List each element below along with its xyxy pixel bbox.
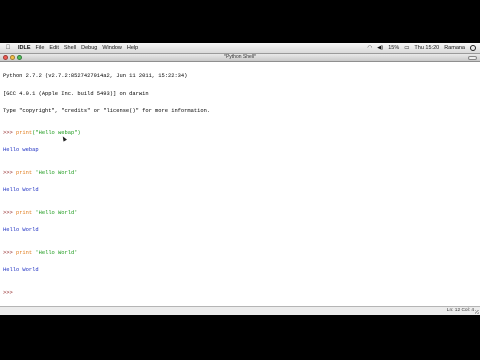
prompt: >>> <box>3 170 16 177</box>
status-bar: Ln: 12 Col: 4 <box>0 306 480 315</box>
string-literal: ("Hello webap") <box>32 130 81 137</box>
shell-text-area[interactable]: Python 2.7.2 (v2.7.2:8527427914a2, Jun 1… <box>3 63 473 305</box>
keyword: print <box>15 170 33 177</box>
keyword: print <box>15 250 33 257</box>
spotlight-search-icon[interactable] <box>470 45 476 51</box>
keyword: print <box>15 210 33 217</box>
current-prompt[interactable]: >>> <box>3 290 473 297</box>
user-name[interactable]: Ramana <box>444 43 465 53</box>
window-titlebar[interactable]: *Python Shell* <box>0 54 480 62</box>
wifi-icon[interactable]: ◠ <box>367 43 372 53</box>
resize-grip-icon[interactable] <box>475 310 479 314</box>
python-shell-window: *Python Shell* Python 2.7.2 (v2.7.2:8527… <box>0 54 480 315</box>
output-line: Hello World <box>3 227 39 234</box>
prompt: >>> <box>3 210 16 217</box>
prompt: >>> <box>3 130 16 137</box>
status-tray: ◠ ◀) 15% ▭ Thu 15:20 Ramana <box>367 43 476 53</box>
menu-idle[interactable]: IDLE <box>18 45 31 51</box>
menu-window[interactable]: Window <box>102 45 122 51</box>
volume-icon[interactable]: ◀) <box>377 43 383 53</box>
output-line: Hello webap <box>3 147 39 154</box>
line-column-indicator: Ln: 12 Col: 4 <box>446 308 474 313</box>
string-literal: 'Hello World' <box>32 210 78 217</box>
window-title: *Python Shell* <box>224 54 256 60</box>
battery-percent[interactable]: 15% <box>388 43 399 53</box>
apple-icon[interactable]:  <box>3 45 13 51</box>
menu-edit[interactable]: Edit <box>49 45 58 51</box>
input-line: >>> print 'Hello World' <box>3 170 473 177</box>
banner-line: Python 2.7.2 (v2.7.2:8527427914a2, Jun 1… <box>3 73 188 80</box>
prompt: >>> <box>3 250 16 257</box>
string-literal: 'Hello World' <box>32 250 78 257</box>
input-line: >>> print("Hello webap") <box>3 131 473 137</box>
input-line: >>> print 'Hello World' <box>3 250 473 257</box>
clock[interactable]: Thu 15:20 <box>414 43 439 53</box>
input-line: >>> print 'Hello World' <box>3 210 473 217</box>
output-line: Hello World <box>3 267 39 274</box>
menu-bar:  IDLE File Edit Shell Debug Window Help… <box>0 43 480 54</box>
string-literal: 'Hello World' <box>32 170 78 177</box>
menu-help[interactable]: Help <box>127 45 138 51</box>
keyword: print <box>15 130 33 137</box>
battery-icon[interactable]: ▭ <box>404 43 409 53</box>
toolbar-toggle-button[interactable] <box>468 55 477 60</box>
banner-line: Type "copyright", "credits" or "license(… <box>3 107 211 114</box>
menu-debug[interactable]: Debug <box>81 45 97 51</box>
menu-shell[interactable]: Shell <box>64 45 76 51</box>
menu-file[interactable]: File <box>36 45 45 51</box>
banner-line: [GCC 4.0.1 (Apple Inc. build 5493)] on d… <box>3 90 149 97</box>
output-line: Hello World <box>3 187 39 194</box>
